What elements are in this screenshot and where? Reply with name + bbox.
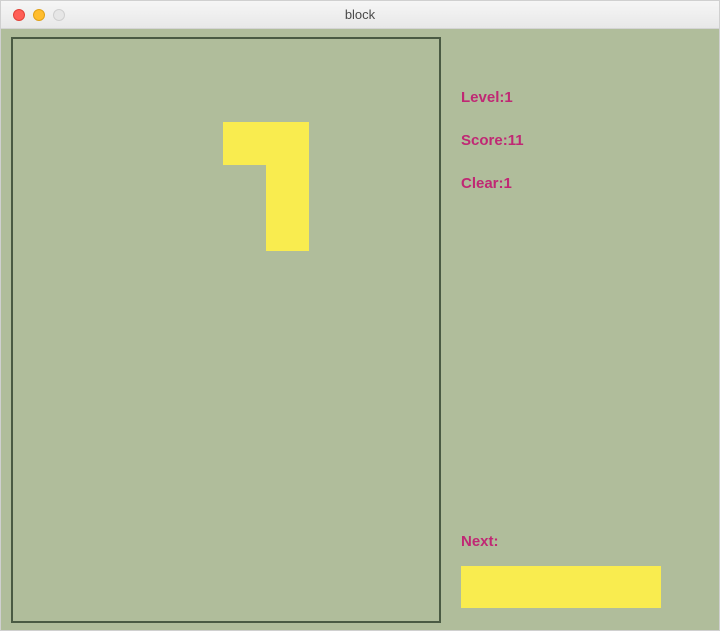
level-label: Level: (461, 89, 504, 106)
app-window: block Level:1 Score:11 Clear:1 Next: (0, 0, 720, 631)
window-title: block (1, 7, 719, 22)
piece-cell (266, 122, 309, 165)
sidebar: Level:1 Score:11 Clear:1 Next: (461, 37, 709, 622)
piece-cell (223, 122, 266, 165)
score-label: Score: (461, 132, 508, 149)
score-stat: Score:11 (461, 132, 709, 149)
clear-label: Clear: (461, 175, 504, 192)
minimize-icon[interactable] (33, 9, 45, 21)
piece-cell (266, 165, 309, 208)
score-value: 11 (508, 132, 524, 149)
next-piece-preview (461, 566, 661, 608)
close-icon[interactable] (13, 9, 25, 21)
playfield[interactable] (11, 37, 441, 623)
next-label: Next: (461, 533, 499, 550)
level-value: 1 (504, 89, 512, 106)
level-stat: Level:1 (461, 89, 709, 106)
piece-cell (266, 208, 309, 251)
game-content: Level:1 Score:11 Clear:1 Next: (1, 29, 719, 630)
clear-value: 1 (504, 175, 512, 192)
window-controls (1, 9, 65, 21)
clear-stat: Clear:1 (461, 175, 709, 192)
zoom-icon[interactable] (53, 9, 65, 21)
titlebar[interactable]: block (1, 1, 719, 29)
